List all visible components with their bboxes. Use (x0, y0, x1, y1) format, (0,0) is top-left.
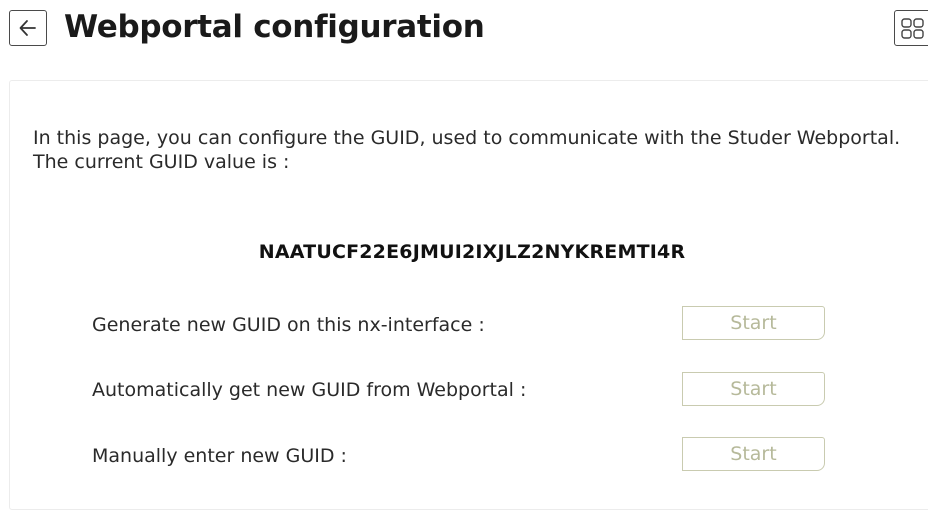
page-title: Webportal configuration (64, 9, 485, 45)
grid-menu-button[interactable] (894, 10, 928, 46)
generate-guid-label: Generate new GUID on this nx-interface : (92, 314, 485, 336)
auto-guid-start-button[interactable]: Start (682, 372, 825, 406)
manual-guid-start-button[interactable]: Start (682, 437, 825, 471)
manual-guid-label: Manually enter new GUID : (92, 445, 347, 467)
arrow-left-icon (19, 20, 36, 36)
grid-menu-icon (901, 18, 924, 39)
current-guid-value: NAATUCF22E6JMUI2IXJLZ2NYKREMTI4R (258, 241, 686, 263)
page-header: Webportal configuration (0, 0, 928, 60)
intro-text: In this page, you can configure the GUID… (33, 127, 901, 173)
generate-guid-start-button[interactable]: Start (682, 306, 825, 340)
auto-guid-label: Automatically get new GUID from Webporta… (92, 379, 527, 401)
back-button[interactable] (9, 10, 47, 46)
